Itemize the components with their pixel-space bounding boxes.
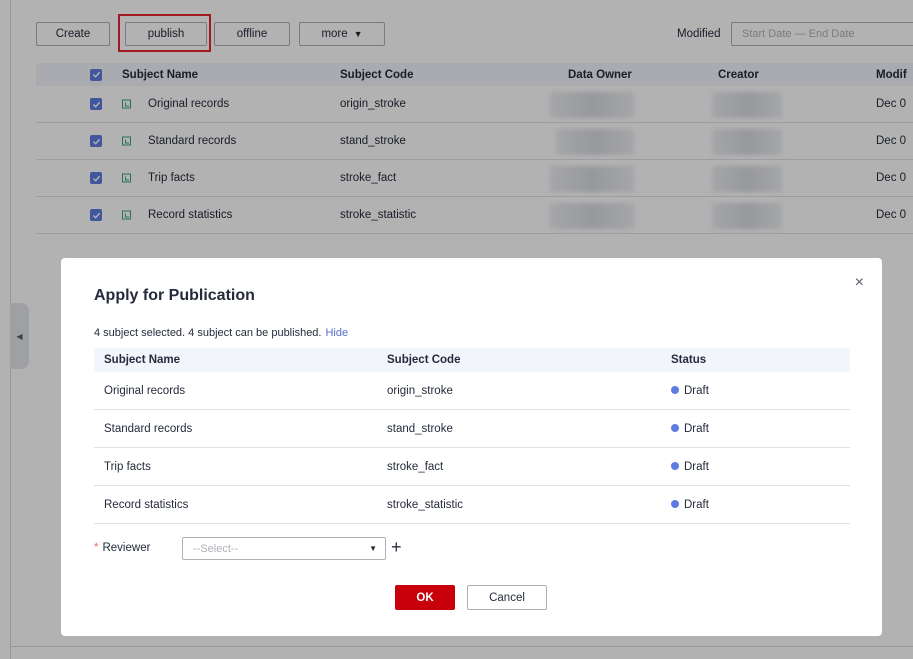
apply-publication-dialog: × Apply for Publication 4 subject select… xyxy=(61,258,882,636)
reviewer-select-placeholder: --Select-- xyxy=(193,542,239,555)
status-badge: Draft xyxy=(671,499,709,511)
reviewer-label: * Reviewer xyxy=(94,542,150,554)
dialog-row-subject-code: stroke_statistic xyxy=(387,498,464,511)
reviewer-select[interactable]: --Select-- ▼ xyxy=(182,537,386,560)
dialog-title: Apply for Publication xyxy=(94,287,255,304)
dialog-row-subject-name: Original records xyxy=(104,384,186,397)
selection-info: 4 subject selected. 4 subject can be pub… xyxy=(94,327,348,339)
dialog-row-subject-code: stroke_fact xyxy=(387,460,444,473)
publication-subjects-table: Subject Name Subject Code Status Origina… xyxy=(94,348,850,524)
required-mark: * xyxy=(94,542,99,554)
table-row: Trip facts stroke_fact Draft xyxy=(94,448,850,486)
status-dot-icon xyxy=(671,424,679,433)
dialog-table-header: Subject Name Subject Code Status xyxy=(94,348,850,372)
status-text: Draft xyxy=(684,422,709,435)
table-row: Record statistics stroke_statistic Draft xyxy=(94,486,850,524)
dialog-header-subject-name: Subject Name xyxy=(104,354,181,366)
ok-button[interactable]: OK xyxy=(395,585,455,610)
selection-info-text: 4 subject selected. 4 subject can be pub… xyxy=(94,327,322,339)
dialog-row-subject-name: Trip facts xyxy=(104,460,151,473)
reviewer-label-text: Reviewer xyxy=(102,542,151,554)
status-dot-icon xyxy=(671,462,679,471)
dialog-row-subject-code: origin_stroke xyxy=(387,384,453,397)
plus-icon[interactable]: + xyxy=(391,535,402,559)
dialog-header-subject-code: Subject Code xyxy=(387,354,461,366)
table-row: Standard records stand_stroke Draft xyxy=(94,410,850,448)
cancel-button[interactable]: Cancel xyxy=(467,585,547,610)
status-text: Draft xyxy=(684,384,709,397)
status-badge: Draft xyxy=(671,461,709,473)
chevron-down-icon: ▼ xyxy=(369,544,377,553)
status-badge: Draft xyxy=(671,385,709,397)
dialog-row-subject-name: Standard records xyxy=(104,422,193,435)
status-text: Draft xyxy=(684,460,709,473)
status-dot-icon xyxy=(671,500,679,509)
dialog-row-subject-code: stand_stroke xyxy=(387,422,453,435)
status-dot-icon xyxy=(671,386,679,395)
close-icon[interactable]: × xyxy=(855,274,864,292)
dialog-header-status: Status xyxy=(671,354,707,366)
status-badge: Draft xyxy=(671,423,709,435)
cancel-button-label: Cancel xyxy=(489,591,525,604)
dialog-row-subject-name: Record statistics xyxy=(104,498,189,511)
table-row: Original records origin_stroke Draft xyxy=(94,372,850,410)
ok-button-label: OK xyxy=(416,591,434,604)
hide-link[interactable]: Hide xyxy=(325,327,348,339)
status-text: Draft xyxy=(684,498,709,511)
